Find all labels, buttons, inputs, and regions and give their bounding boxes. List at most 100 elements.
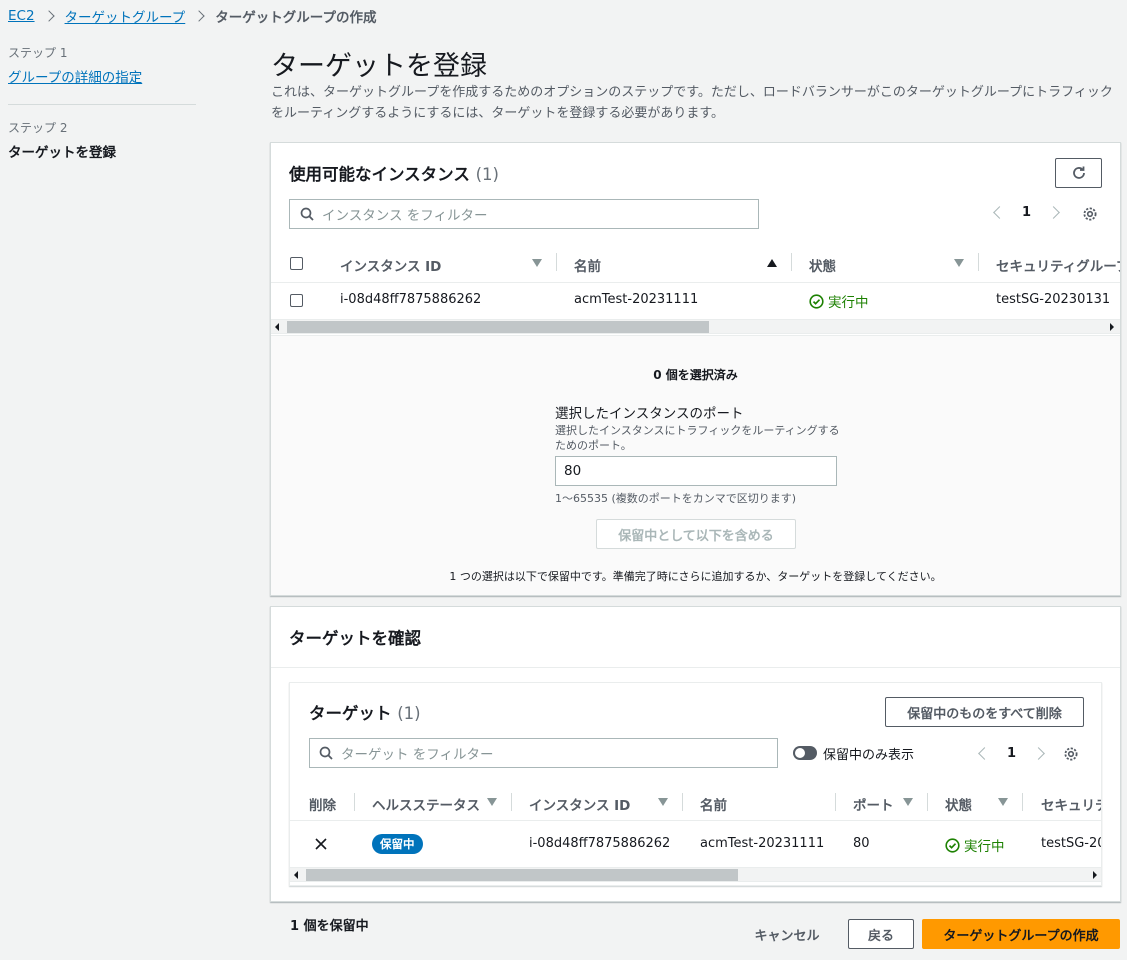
- sort-ascending-icon[interactable]: [767, 259, 777, 267]
- horizontal-scrollbar[interactable]: [290, 867, 1101, 882]
- instances-title: 使用可能なインスタンス: [289, 165, 470, 184]
- create-target-group-button[interactable]: ターゲットグループの作成: [922, 919, 1120, 949]
- column-divider: [835, 793, 836, 811]
- target-security-group: testSG-20230131: [1041, 836, 1101, 851]
- panel-divider: [271, 667, 1120, 668]
- column-divider: [556, 253, 557, 271]
- pending-badge: 保留中: [372, 834, 423, 854]
- column-divider: [1022, 793, 1023, 811]
- sort-icon[interactable]: [487, 798, 497, 806]
- step-1-link[interactable]: グループの詳細の指定: [8, 66, 196, 86]
- pending-note: 1 つの選択は以下で保留中です。準備完了時にさらに追加するか、ターゲットを登録し…: [449, 570, 942, 583]
- targets-page-number[interactable]: 1: [1007, 746, 1016, 761]
- instance-filter-input[interactable]: インスタンス をフィルター: [289, 199, 759, 229]
- column-security-group[interactable]: セキュリティグループ: [1041, 794, 1101, 814]
- column-health-status[interactable]: ヘルスステータス: [372, 794, 480, 814]
- include-as-pending-button[interactable]: 保留中として以下を含める: [596, 519, 796, 549]
- breadcrumb: EC2 ターゲットグループ ターゲットグループの作成: [8, 6, 376, 26]
- remove-all-pending-button[interactable]: 保留中のものをすべて削除: [885, 697, 1084, 727]
- horizontal-scrollbar[interactable]: [271, 319, 1120, 334]
- target-instance-id: i-08d48ff7875886262: [529, 836, 671, 851]
- targets-heading: ターゲット (1): [309, 700, 421, 724]
- review-title: ターゲットを確認: [289, 629, 421, 648]
- scroll-thumb[interactable]: [287, 321, 709, 333]
- refresh-icon: [1072, 166, 1085, 179]
- breadcrumb-ec2-link[interactable]: EC2: [8, 8, 35, 24]
- back-button[interactable]: 戻る: [848, 919, 914, 949]
- column-divider: [354, 793, 355, 811]
- column-name[interactable]: 名前: [700, 794, 727, 814]
- instance-name: acmTest-20231111: [574, 292, 699, 307]
- target-name: acmTest-20231111: [700, 836, 825, 851]
- column-state[interactable]: 状態: [945, 794, 972, 814]
- column-port[interactable]: ポート: [853, 794, 894, 814]
- step-1-label: ステップ 1: [8, 46, 68, 60]
- column-state[interactable]: 状態: [809, 255, 836, 275]
- instance-state-text: 実行中: [828, 295, 869, 311]
- sort-icon[interactable]: [954, 259, 964, 267]
- previous-page-icon[interactable]: [978, 747, 991, 760]
- instance-security-group: testSG-20230131: [996, 292, 1111, 307]
- sort-icon[interactable]: [998, 798, 1008, 806]
- instances-page-number[interactable]: 1: [1022, 205, 1031, 220]
- instance-filter-placeholder: インスタンス をフィルター: [322, 208, 488, 224]
- instances-pagination: 1: [993, 205, 1060, 220]
- refresh-button[interactable]: [1055, 158, 1102, 188]
- port-value: 80: [564, 463, 582, 479]
- wizard-steps: ステップ 1 グループの詳細の指定 ステップ 2 ターゲットを登録: [8, 44, 196, 161]
- step-2-current: ターゲットを登録: [8, 145, 116, 161]
- target-filter-placeholder: ターゲット をフィルター: [341, 747, 494, 763]
- target-port: 80: [853, 836, 870, 851]
- targets-count: (1): [397, 704, 421, 723]
- target-filter-input[interactable]: ターゲット をフィルター: [309, 738, 778, 768]
- target-state: 実行中: [945, 835, 1005, 855]
- column-remove: 削除: [309, 798, 336, 814]
- pending-only-toggle[interactable]: [793, 746, 817, 760]
- scroll-right-icon[interactable]: [1093, 871, 1097, 879]
- sort-icon[interactable]: [903, 798, 913, 806]
- column-divider: [978, 253, 979, 271]
- settings-gear-icon[interactable]: [1063, 746, 1079, 762]
- scroll-left-icon[interactable]: [294, 871, 298, 879]
- breadcrumb-current: ターゲットグループの作成: [215, 10, 377, 26]
- column-instance-id[interactable]: インスタンス ID: [529, 794, 630, 814]
- column-name[interactable]: 名前: [574, 255, 601, 275]
- pending-count: 1 個を保留中: [290, 919, 369, 934]
- row-checkbox[interactable]: [290, 294, 303, 307]
- success-check-icon: [809, 293, 824, 309]
- scroll-thumb[interactable]: [306, 869, 738, 881]
- column-divider: [927, 793, 928, 811]
- selection-area: 0 個を選択済み 選択したインスタンスのポート 選択したインスタンスにトラフィッ…: [271, 335, 1120, 595]
- target-state-text: 実行中: [964, 839, 1005, 855]
- page-title: ターゲットを登録: [271, 51, 487, 82]
- table-row: i-08d48ff7875886262 acmTest-20231111 実行中…: [271, 283, 1120, 319]
- step-divider: [8, 104, 196, 105]
- column-security-group[interactable]: セキュリティグループ: [996, 255, 1120, 275]
- column-divider: [511, 793, 512, 811]
- instances-heading: 使用可能なインスタンス (1): [289, 161, 499, 185]
- select-all-checkbox[interactable]: [290, 257, 303, 270]
- scroll-right-icon[interactable]: [1110, 323, 1114, 331]
- sort-icon[interactable]: [658, 798, 668, 806]
- sort-icon[interactable]: [532, 259, 542, 267]
- instance-state: 実行中: [809, 291, 869, 311]
- chevron-right-icon: [193, 10, 205, 22]
- cancel-button[interactable]: キャンセル: [740, 919, 834, 949]
- available-instances-panel: 使用可能なインスタンス (1) インスタンス をフィルター 1 インスタンス I…: [270, 142, 1121, 596]
- port-input[interactable]: 80: [555, 456, 837, 486]
- previous-page-icon[interactable]: [993, 206, 1006, 219]
- port-description: 選択したインスタンスにトラフィックをルーティングするためのポート。: [555, 424, 840, 452]
- targets-title: ターゲット: [309, 704, 392, 723]
- instances-table-header: インスタンス ID 名前 状態 セキュリティグループ: [271, 243, 1120, 283]
- next-page-icon[interactable]: [1047, 206, 1060, 219]
- settings-gear-icon[interactable]: [1082, 206, 1098, 222]
- column-instance-id[interactable]: インスタンス ID: [340, 255, 441, 275]
- remove-x-icon[interactable]: [314, 837, 328, 851]
- targets-container: ターゲット (1) 保留中のものをすべて削除 ターゲット をフィルター 保留中の…: [289, 682, 1102, 886]
- next-page-icon[interactable]: [1032, 747, 1045, 760]
- scroll-left-icon[interactable]: [275, 323, 279, 331]
- pending-only-label: 保留中のみ表示: [823, 748, 915, 763]
- breadcrumb-target-groups-link[interactable]: ターゲットグループ: [65, 6, 186, 26]
- column-divider: [682, 793, 683, 811]
- port-hint: 1〜65535 (複数のポートをカンマで区切ります): [555, 492, 797, 505]
